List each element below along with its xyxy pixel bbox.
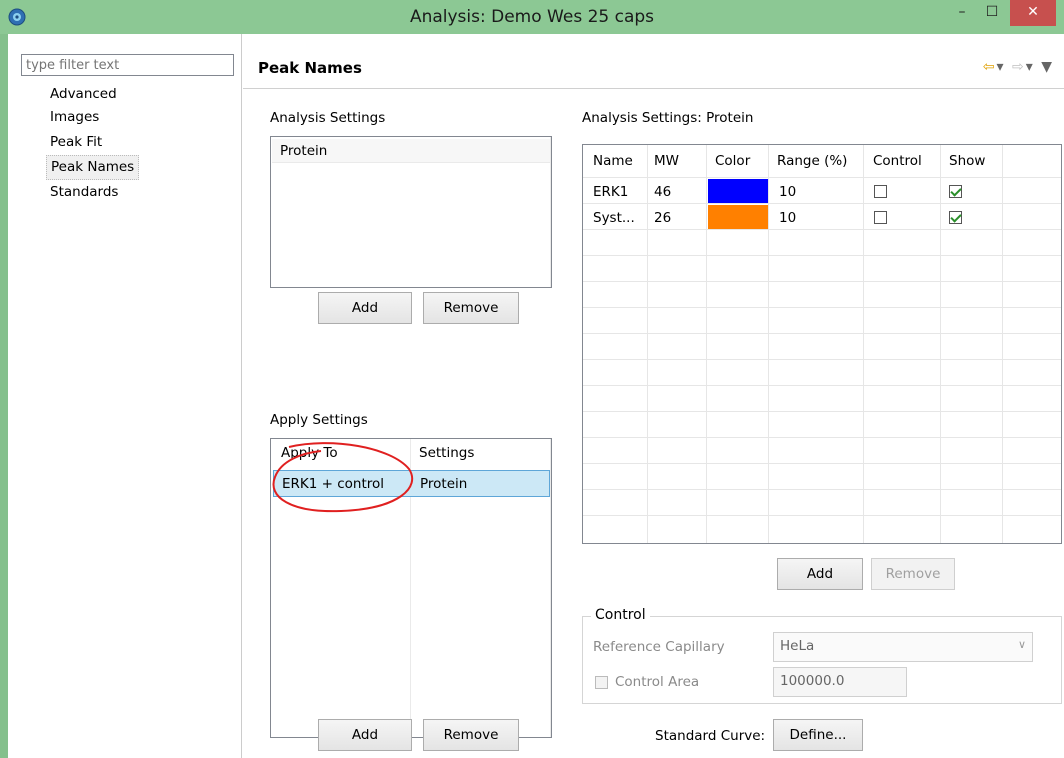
- view-menu-icon[interactable]: ▼: [1041, 59, 1054, 75]
- nav-item-advanced[interactable]: Advanced: [46, 84, 139, 105]
- apply-settings-label: Apply Settings: [270, 412, 368, 428]
- range-cell[interactable]: 10: [779, 210, 796, 226]
- color-swatch[interactable]: [708, 205, 768, 229]
- control-area-label: Control Area: [615, 674, 700, 690]
- filter-input[interactable]: [21, 54, 234, 76]
- define-standard-curve-button[interactable]: Define...: [773, 719, 863, 751]
- name-cell[interactable]: Syst...: [593, 210, 635, 226]
- nav-item-standards[interactable]: Standards: [46, 180, 139, 205]
- app-window: Analysis: Demo Wes 25 caps – ☐ ✕ Advance…: [0, 0, 1064, 758]
- minimize-button[interactable]: –: [948, 0, 976, 26]
- title-bar[interactable]: Analysis: Demo Wes 25 caps – ☐ ✕: [0, 0, 1064, 34]
- apply-settings-remove-button[interactable]: Remove: [423, 719, 519, 751]
- list-item[interactable]: Protein: [272, 139, 550, 163]
- chevron-down-icon: ∨: [1017, 638, 1026, 651]
- mw-cell[interactable]: 26: [654, 210, 671, 226]
- analysis-settings-add-button[interactable]: Add: [318, 292, 412, 324]
- column-header-name[interactable]: Name: [593, 153, 633, 169]
- analysis-settings-label: Analysis Settings: [270, 110, 386, 126]
- header-toolbar: ⇦▾ ⇨▾ ▼: [983, 59, 1054, 75]
- nav-item-peak-fit[interactable]: Peak Fit: [46, 130, 139, 155]
- column-header-show[interactable]: Show: [949, 153, 985, 169]
- window-title: Analysis: Demo Wes 25 caps: [409, 7, 655, 27]
- column-header-mw[interactable]: MW: [654, 153, 679, 169]
- protein-add-button[interactable]: Add: [777, 558, 863, 590]
- nav-item-peak-names[interactable]: Peak Names: [46, 155, 140, 180]
- nav-tree: Advanced Images Peak Fit Peak Names Stan…: [46, 86, 140, 205]
- apply-to-cell: ERK1 + control: [282, 476, 385, 492]
- apply-settings-table[interactable]: Apply To Settings ERK1 + control Protein: [270, 438, 552, 738]
- column-header-settings[interactable]: Settings: [419, 445, 474, 461]
- protein-settings-label: Analysis Settings: Protein: [582, 110, 754, 126]
- table-row[interactable]: ERK1 + control Protein: [273, 470, 550, 497]
- column-header-control[interactable]: Control: [873, 153, 922, 169]
- dialog-client-area: Advanced Images Peak Fit Peak Names Stan…: [8, 34, 1064, 758]
- column-header-apply-to[interactable]: Apply To: [281, 445, 338, 461]
- mw-cell[interactable]: 46: [654, 184, 671, 200]
- control-group: Control Reference Capillary HeLa ∨ Contr…: [582, 607, 1062, 704]
- settings-cell: Protein: [420, 476, 468, 492]
- color-swatch[interactable]: [708, 179, 768, 203]
- reference-capillary-value: HeLa: [780, 638, 815, 654]
- control-group-legend: Control: [591, 607, 650, 623]
- column-header-range[interactable]: Range (%): [777, 153, 847, 169]
- reference-capillary-select: HeLa ∨: [773, 632, 1033, 662]
- control-area-checkbox: [595, 676, 608, 689]
- main-panel: Peak Names ⇦▾ ⇨▾ ▼ Analysis Settings Pro…: [243, 34, 1064, 758]
- analysis-settings-remove-button[interactable]: Remove: [423, 292, 519, 324]
- back-arrow-icon[interactable]: ⇦: [983, 59, 997, 75]
- range-cell[interactable]: 10: [779, 184, 796, 200]
- show-checkbox[interactable]: [949, 211, 962, 224]
- apply-settings-add-button[interactable]: Add: [318, 719, 412, 751]
- protein-settings-table[interactable]: Name MW Color Range (%) Control Show ERK…: [582, 144, 1062, 544]
- column-header-color[interactable]: Color: [715, 153, 750, 169]
- maximize-button[interactable]: ☐: [978, 0, 1006, 26]
- list-column-divider: [550, 137, 551, 287]
- control-checkbox[interactable]: [874, 185, 887, 198]
- back-menu-icon[interactable]: ▾: [997, 59, 1006, 75]
- nav-item-images[interactable]: Images: [46, 105, 139, 130]
- standard-curve-label: Standard Curve:: [655, 728, 766, 744]
- control-checkbox[interactable]: [874, 211, 887, 224]
- preference-nav: Advanced Images Peak Fit Peak Names Stan…: [8, 34, 242, 758]
- table-column-divider: [550, 439, 551, 737]
- page-title: Peak Names: [258, 59, 362, 77]
- forward-arrow-icon[interactable]: ⇨: [1012, 59, 1026, 75]
- control-area-field: 100000.0: [773, 667, 907, 697]
- table-gridlines: [583, 145, 1061, 543]
- page-header: Peak Names ⇦▾ ⇨▾ ▼: [243, 49, 1064, 89]
- protein-remove-button: Remove: [871, 558, 955, 590]
- forward-menu-icon[interactable]: ▾: [1026, 59, 1035, 75]
- show-checkbox[interactable]: [949, 185, 962, 198]
- analysis-settings-list[interactable]: Protein: [270, 136, 552, 288]
- reference-capillary-label: Reference Capillary: [593, 639, 725, 655]
- name-cell[interactable]: ERK1: [593, 184, 628, 200]
